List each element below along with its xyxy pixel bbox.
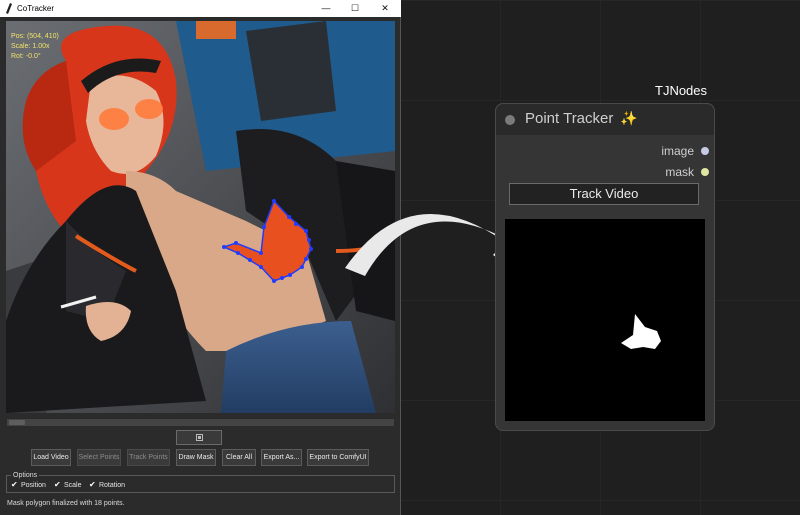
close-button[interactable]: ✕ [370, 0, 400, 17]
frame-slider-handle[interactable] [9, 420, 25, 425]
checkmark-icon: ✔ [11, 480, 18, 489]
draw-mask-button[interactable]: Draw Mask [176, 449, 216, 466]
minimize-button[interactable]: — [311, 0, 341, 17]
scale-checkbox[interactable]: ✔ Scale [54, 480, 81, 490]
window-title: CoTracker [17, 4, 55, 13]
port-label-mask: mask [665, 165, 694, 179]
app-icon [6, 3, 12, 14]
rotation-readout: Rot: -0.0° [11, 53, 41, 60]
position-readout: Pos: (504, 410) [11, 33, 59, 40]
rotation-checkbox[interactable]: ✔ Rotation [89, 480, 125, 490]
export-as-button[interactable]: Export As... [261, 449, 302, 466]
play-stop-button[interactable] [176, 430, 222, 445]
collapse-dot-icon[interactable] [505, 115, 515, 125]
checkmark-icon: ✔ [54, 480, 61, 489]
port-label-image: image [661, 144, 694, 158]
stop-icon [196, 434, 203, 441]
node-group-label: TJNodes [655, 83, 708, 98]
status-bar: Mask polygon finalized with 18 points. [7, 500, 125, 507]
port-dot-icon[interactable] [701, 168, 709, 176]
load-video-button[interactable]: Load Video [31, 449, 71, 466]
checkmark-icon: ✔ [89, 480, 96, 489]
sparkle-icon: ✨ [620, 110, 638, 126]
clear-all-button[interactable]: Clear All [222, 449, 256, 466]
track-points-button[interactable]: Track Points [127, 449, 170, 466]
maximize-button[interactable]: ☐ [340, 0, 370, 17]
position-checkbox[interactable]: ✔ Position [11, 480, 46, 490]
node-title: Point Tracker [525, 110, 614, 127]
export-to-comfyui-button[interactable]: Export to ComfyUI [307, 449, 369, 466]
scale-checkbox-label: Scale [63, 482, 82, 489]
frame-slider[interactable] [6, 418, 395, 427]
title-bar[interactable]: CoTracker — ☐ ✕ [0, 0, 401, 17]
position-checkbox-label: Position [20, 482, 46, 489]
select-points-button[interactable]: Select Points [77, 449, 121, 466]
node-header[interactable]: Point Tracker ✨ [496, 104, 714, 135]
scale-readout: Scale: 1.00x [11, 43, 50, 50]
mask-preview-shape [621, 314, 661, 349]
transform-readout: Pos: (504, 410) Scale: 1.00x Rot: -0.0° [11, 32, 59, 62]
port-dot-icon[interactable] [701, 147, 709, 155]
point-tracker-node[interactable]: Point Tracker ✨ image mask Track Video [495, 103, 715, 431]
rotation-checkbox-label: Rotation [98, 482, 126, 489]
options-group: Options ✔ Position ✔ Scale ✔ Rotation [6, 471, 395, 493]
options-legend: Options [11, 471, 40, 480]
mask-preview [505, 219, 705, 421]
track-video-button[interactable]: Track Video [509, 183, 699, 205]
